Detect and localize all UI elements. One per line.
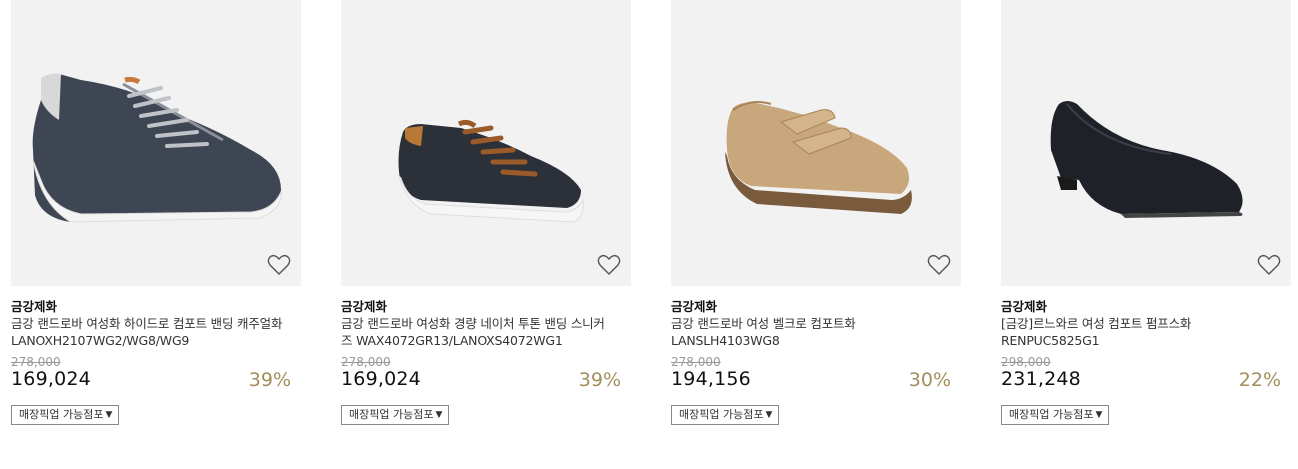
store-pickup-label: 매장픽업 가능점포 bbox=[349, 408, 434, 421]
brand-name: 금강제화 bbox=[341, 299, 388, 314]
caret-down-icon: ▼ bbox=[1095, 410, 1103, 420]
product-card: 금강제화 [금강]르느와르 여성 컴포트 펌프스화 RENPUC5825G1 2… bbox=[1001, 0, 1291, 469]
caret-down-icon: ▼ bbox=[435, 410, 443, 420]
original-price: 278,000 bbox=[341, 355, 391, 369]
product-card: 금강제화 금강 랜드로바 여성 벨크로 컴포트화 LANSLH4103WG8 2… bbox=[671, 0, 961, 469]
product-grid: 금강제화 금강 랜드로바 여성화 하이드로 컴포트 밴딩 캐주얼화 LANOXH… bbox=[0, 0, 1298, 469]
product-card: 금강제화 금강 랜드로바 여성화 하이드로 컴포트 밴딩 캐주얼화 LANOXH… bbox=[11, 0, 301, 469]
store-pickup-dropdown[interactable]: 매장픽업 가능점포 ▼ bbox=[341, 405, 450, 425]
sale-price: 169,024 bbox=[341, 368, 421, 390]
shoe-image-black-pump bbox=[1050, 101, 1243, 218]
sale-price: 194,156 bbox=[671, 368, 751, 390]
product-name[interactable]: [금강]르느와르 여성 컴포트 펌프스화 RENPUC5825G1 bbox=[1001, 315, 1273, 349]
original-price: 278,000 bbox=[671, 355, 721, 369]
shoe-image-beige-velcro bbox=[725, 101, 912, 214]
heart-outline-icon[interactable] bbox=[266, 253, 292, 277]
shoe-image-navy-sneaker bbox=[32, 73, 282, 223]
store-pickup-label: 매장픽업 가능점포 bbox=[19, 408, 104, 421]
original-price: 278,000 bbox=[11, 355, 61, 369]
original-price: 298,000 bbox=[1001, 355, 1051, 369]
sale-price: 231,248 bbox=[1001, 368, 1081, 390]
heart-outline-icon[interactable] bbox=[926, 253, 952, 277]
product-card: 금강제화 금강 랜드로바 여성화 경량 네이처 투톤 밴딩 스니커즈 WAX40… bbox=[341, 0, 631, 469]
store-pickup-label: 매장픽업 가능점포 bbox=[1009, 408, 1094, 421]
store-pickup-dropdown[interactable]: 매장픽업 가능점포 ▼ bbox=[671, 405, 780, 425]
brand-name: 금강제화 bbox=[11, 299, 58, 314]
caret-down-icon: ▼ bbox=[765, 410, 773, 420]
heart-outline-icon[interactable] bbox=[1256, 253, 1282, 277]
store-pickup-dropdown[interactable]: 매장픽업 가능점포 ▼ bbox=[1001, 405, 1110, 425]
store-pickup-dropdown[interactable]: 매장픽업 가능점포 ▼ bbox=[11, 405, 120, 425]
sale-price: 169,024 bbox=[11, 368, 91, 390]
product-name[interactable]: 금강 랜드로바 여성화 하이드로 컴포트 밴딩 캐주얼화 LANOXH2107W… bbox=[11, 315, 283, 349]
shoe-image-black-sneaker bbox=[398, 119, 584, 223]
product-name[interactable]: 금강 랜드로바 여성 벨크로 컴포트화 LANSLH4103WG8 bbox=[671, 315, 943, 349]
discount-rate: 39% bbox=[248, 369, 291, 391]
product-image[interactable] bbox=[341, 0, 631, 286]
heart-outline-icon[interactable] bbox=[596, 253, 622, 277]
product-image[interactable] bbox=[1001, 0, 1291, 286]
discount-rate: 30% bbox=[908, 369, 951, 391]
product-name[interactable]: 금강 랜드로바 여성화 경량 네이처 투톤 밴딩 스니커즈 WAX4072GR1… bbox=[341, 315, 613, 349]
product-image[interactable] bbox=[11, 0, 301, 286]
caret-down-icon: ▼ bbox=[105, 410, 113, 420]
brand-name: 금강제화 bbox=[671, 299, 718, 314]
discount-rate: 22% bbox=[1238, 369, 1281, 391]
product-image[interactable] bbox=[671, 0, 961, 286]
discount-rate: 39% bbox=[578, 369, 621, 391]
brand-name: 금강제화 bbox=[1001, 299, 1048, 314]
store-pickup-label: 매장픽업 가능점포 bbox=[679, 408, 764, 421]
